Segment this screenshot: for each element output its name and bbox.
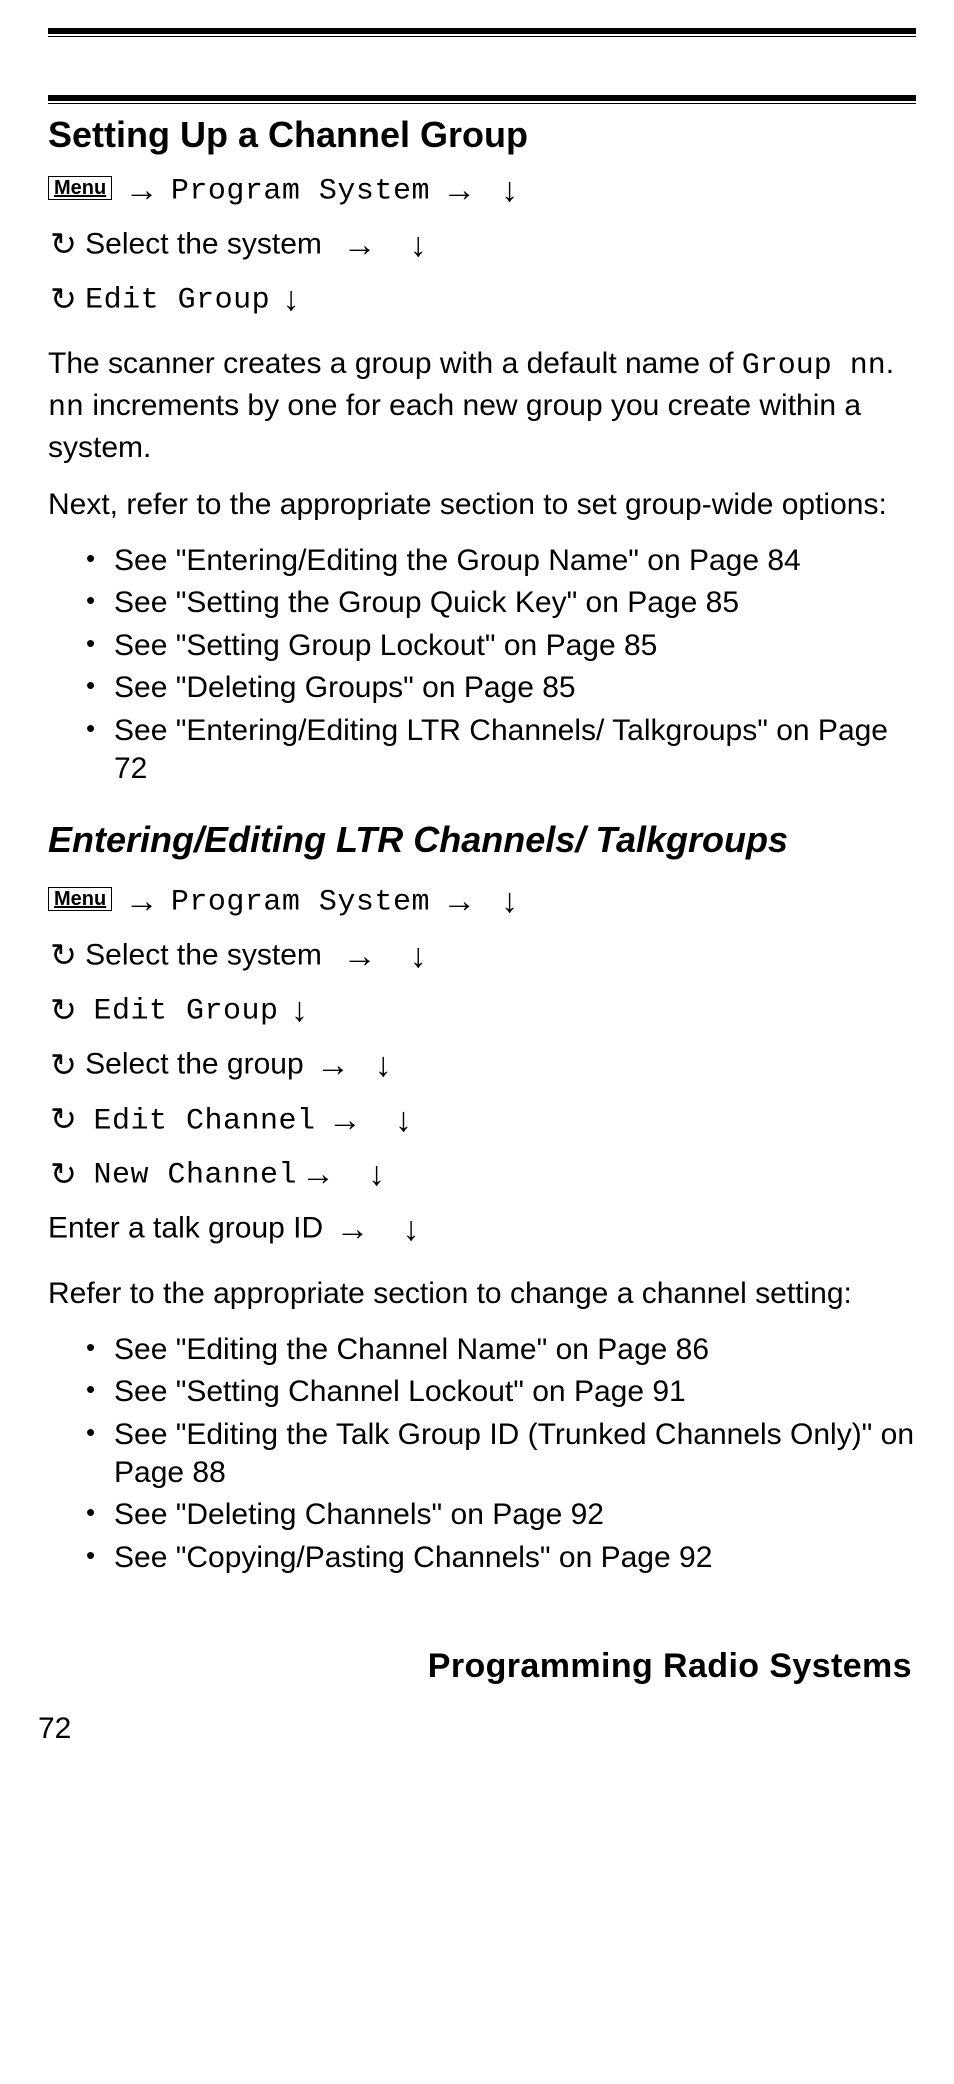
- scroll-icon: ↺: [48, 986, 77, 1036]
- scroll-icon: ↺: [48, 1150, 77, 1200]
- nav1-edit-group: Edit Group: [85, 284, 270, 318]
- arrow-right-icon: →: [339, 930, 381, 983]
- nav2-enter-talkgroup: Enter a talk group ID: [48, 1211, 323, 1244]
- section1-para1: The scanner creates a group with a defau…: [48, 344, 916, 467]
- section2-nav-line4: ↺ Select the group → ↓: [48, 1039, 916, 1092]
- footer-title: Programming Radio Systems: [48, 1647, 916, 1686]
- arrow-down-icon: ↓: [497, 164, 522, 217]
- nav2-edit-group: Edit Group: [93, 995, 278, 1029]
- arrow-right-icon: →: [438, 164, 480, 217]
- arrow-down-icon: ↓: [364, 1148, 389, 1201]
- list-item: See "Setting the Group Quick Key" on Pag…: [94, 584, 916, 622]
- arrow-down-icon: ↓: [406, 930, 431, 983]
- list-item: See "Deleting Channels" on Page 92: [94, 1496, 916, 1534]
- section2-nav-line3: ↺ Edit Group ↓: [48, 984, 916, 1037]
- section1-heading: Setting Up a Channel Group: [48, 114, 916, 156]
- arrow-right-icon: →: [324, 1094, 366, 1147]
- section1-para2: Next, refer to the appropriate section t…: [48, 485, 916, 524]
- para1-mono2: nn: [48, 391, 84, 425]
- section2-nav-line1: Menu → Program System → ↓: [48, 875, 916, 928]
- list-item: See "Entering/Editing LTR Channels/ Talk…: [94, 712, 916, 789]
- arrow-down-icon: ↓: [399, 1203, 424, 1256]
- section1-nav-line3: ↺ Edit Group ↓: [48, 273, 916, 326]
- section2-bullet-list: See "Editing the Channel Name" on Page 8…: [48, 1331, 916, 1577]
- section2-nav-line2: ↺ Select the system → ↓: [48, 930, 916, 983]
- list-item: See "Setting Channel Lockout" on Page 91: [94, 1373, 916, 1411]
- nav2-select-system: Select the system: [85, 938, 322, 971]
- section2-nav-line6: ↺ New Channel→ ↓: [48, 1148, 916, 1201]
- menu-key-icon: Menu: [48, 887, 112, 911]
- list-item: See "Editing the Channel Name" on Page 8…: [94, 1331, 916, 1369]
- arrow-right-icon: →: [438, 875, 480, 928]
- section1-bullet-list: See "Entering/Editing the Group Name" on…: [48, 542, 916, 788]
- arrow-down-icon: ↓: [391, 1094, 416, 1147]
- arrow-down-icon: ↓: [497, 875, 522, 928]
- menu-key-icon: Menu: [48, 176, 112, 200]
- list-item: See "Entering/Editing the Group Name" on…: [94, 542, 916, 580]
- arrow-down-icon: ↓: [406, 219, 431, 272]
- scroll-icon: ↺: [48, 1041, 77, 1091]
- section2-nav-line7: Enter a talk group ID → ↓: [48, 1203, 916, 1256]
- nav2-select-group: Select the group: [85, 1047, 303, 1080]
- section2-heading: Entering/Editing LTR Channels/ Talkgroup…: [48, 816, 916, 865]
- arrow-down-icon: ↓: [371, 1039, 396, 1092]
- scroll-icon: ↺: [48, 1095, 77, 1145]
- scroll-icon: ↺: [48, 220, 77, 270]
- arrow-right-icon: →: [312, 1039, 354, 1092]
- para1-mono1: Group nn: [742, 349, 886, 383]
- nav2-new-channel: New Channel: [93, 1159, 297, 1193]
- section2-para1: Refer to the appropriate section to chan…: [48, 1274, 916, 1313]
- arrow-down-icon: ↓: [279, 273, 304, 326]
- page-number: 72: [38, 1712, 916, 1746]
- list-item: See "Copying/Pasting Channels" on Page 9…: [94, 1539, 916, 1577]
- arrow-right-icon: →: [121, 164, 163, 217]
- para1-text-c: increments by one for each new group you…: [48, 389, 861, 464]
- section1-nav-line1: Menu → Program System → ↓: [48, 164, 916, 217]
- arrow-right-icon: →: [339, 219, 381, 272]
- scroll-icon: ↺: [48, 931, 77, 981]
- arrow-right-icon: →: [332, 1203, 374, 1256]
- arrow-down-icon: ↓: [287, 984, 312, 1037]
- para1-text-a: The scanner creates a group with a defau…: [48, 347, 742, 380]
- nav1-select-system: Select the system: [85, 227, 322, 260]
- list-item: See "Deleting Groups" on Page 85: [94, 669, 916, 707]
- nav2-program-system: Program System: [171, 885, 430, 919]
- section2-nav-line5: ↺ Edit Channel → ↓: [48, 1094, 916, 1147]
- document-page: Setting Up a Channel Group Menu → Progra…: [0, 0, 954, 1786]
- arrow-right-icon: →: [297, 1148, 339, 1201]
- nav2-edit-channel: Edit Channel: [93, 1104, 315, 1138]
- para1-text-b: .: [886, 347, 894, 380]
- arrow-right-icon: →: [121, 875, 163, 928]
- list-item: See "Editing the Talk Group ID (Trunked …: [94, 1416, 916, 1493]
- top-rule-2: [48, 95, 916, 104]
- list-item: See "Setting Group Lockout" on Page 85: [94, 627, 916, 665]
- section1-nav-line2: ↺ Select the system → ↓: [48, 219, 916, 272]
- scroll-icon: ↺: [48, 275, 77, 325]
- nav1-program-system: Program System: [171, 174, 430, 208]
- top-rule-1: [48, 28, 916, 37]
